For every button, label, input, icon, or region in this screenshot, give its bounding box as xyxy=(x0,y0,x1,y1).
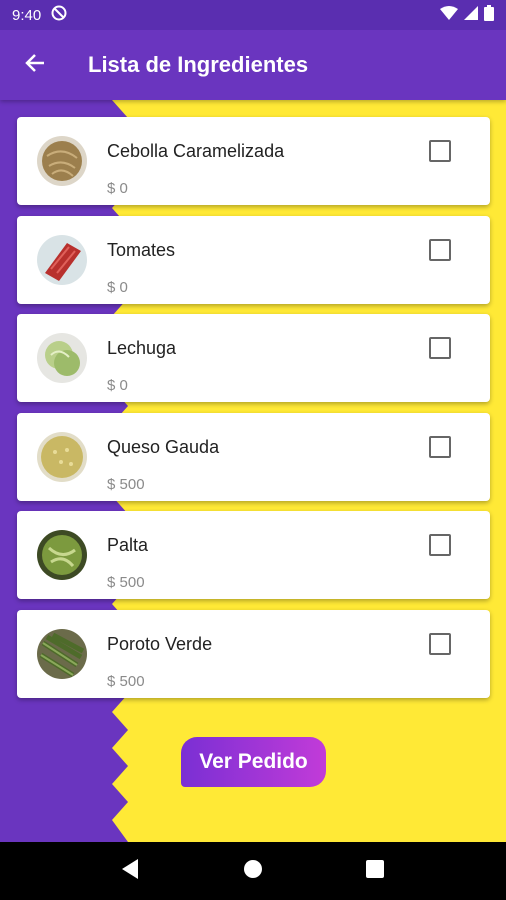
nav-recents-button[interactable] xyxy=(355,851,395,891)
page-title: Lista de Ingredientes xyxy=(88,52,309,77)
status-bar: 9:40 xyxy=(0,0,506,30)
ingredient-card: Palta $ 500 xyxy=(17,511,490,599)
ingredient-card: Lechuga $ 0 xyxy=(17,314,490,402)
ingredient-price: $ 0 xyxy=(107,278,128,296)
status-time: 9:40 xyxy=(12,6,42,24)
ingredient-name: Tomates xyxy=(107,239,176,260)
ingredient-name: Cebolla Caramelizada xyxy=(107,141,285,161)
green-beans-thumbnail xyxy=(37,628,87,679)
square-recents-icon xyxy=(366,859,384,883)
ingredient-name: Lechuga xyxy=(107,338,177,358)
ingredient-checkbox[interactable] xyxy=(429,238,451,261)
ingredient-list: Cebolla Caramelizada $ 0 Tomates $ 0 Lec… xyxy=(17,117,490,708)
circle-home-icon xyxy=(243,859,263,884)
ingredient-price: $ 500 xyxy=(107,672,145,690)
battery-icon xyxy=(484,5,494,25)
arrow-back-icon xyxy=(24,52,46,79)
ver-pedido-button[interactable]: Ver Pedido xyxy=(181,737,326,787)
triangle-back-icon xyxy=(122,858,140,884)
ingredient-price: $ 500 xyxy=(107,475,145,493)
ingredient-price: $ 0 xyxy=(107,180,128,197)
ingredient-card: Tomates $ 0 xyxy=(17,215,490,304)
ingredient-card: Poroto Verde $ 500 xyxy=(17,609,490,698)
ingredient-checkbox[interactable] xyxy=(429,140,451,162)
wifi-icon xyxy=(440,6,458,24)
do-not-disturb-icon xyxy=(51,5,67,25)
caramelized-onion-thumbnail xyxy=(37,136,87,186)
avocado-thumbnail xyxy=(37,530,87,580)
ingredient-price: $ 0 xyxy=(107,377,128,394)
nav-back-button[interactable] xyxy=(111,851,151,891)
back-button[interactable] xyxy=(0,30,70,100)
navigation-bar xyxy=(0,842,506,900)
ingredient-name: Queso Gauda xyxy=(107,436,220,457)
ingredient-checkbox[interactable] xyxy=(429,337,451,359)
cell-signal-icon xyxy=(464,6,478,24)
ingredient-card: Cebolla Caramelizada $ 0 xyxy=(17,117,490,205)
ingredient-checkbox[interactable] xyxy=(429,632,451,655)
nav-home-button[interactable] xyxy=(233,851,273,891)
tomatoes-thumbnail xyxy=(37,234,87,285)
ingredient-name: Poroto Verde xyxy=(107,633,213,654)
app-bar: Lista de Ingredientes xyxy=(0,30,506,100)
gouda-cheese-thumbnail xyxy=(37,431,87,482)
ingredient-checkbox[interactable] xyxy=(429,534,451,556)
ingredient-checkbox[interactable] xyxy=(429,435,451,458)
ingredient-card: Queso Gauda $ 500 xyxy=(17,412,490,501)
ingredient-name: Palta xyxy=(107,535,149,555)
ingredient-price: $ 500 xyxy=(107,574,145,591)
lettuce-thumbnail xyxy=(37,333,87,383)
